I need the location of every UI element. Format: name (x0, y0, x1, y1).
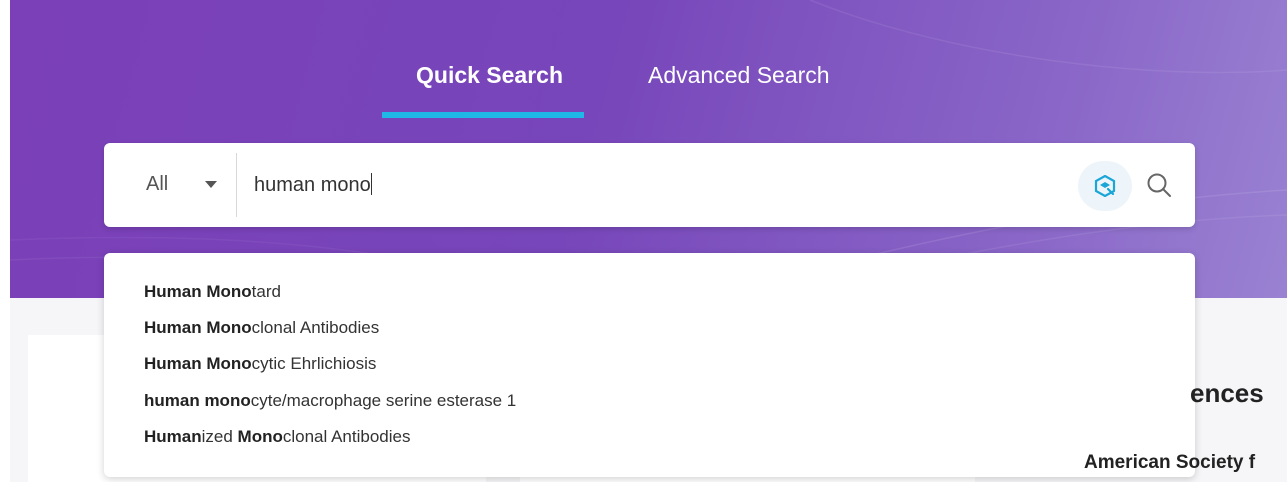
suggestion-item[interactable]: Human Monocytic Ehrlichiosis (144, 354, 376, 374)
section-heading-fragment: ences (1190, 378, 1264, 408)
chevron-down-icon[interactable] (204, 180, 218, 189)
suggestion-rest: tard (251, 282, 281, 301)
page: Quick Search Advanced Search All human m… (10, 0, 1287, 482)
suggestion-rest: ized (201, 427, 238, 446)
suggestion-item[interactable]: Human Monoclonal Antibodies (144, 318, 379, 338)
ai-assist-icon (1094, 175, 1116, 197)
suggestion-match: Human (144, 427, 202, 446)
suggestion-rest: clonal Antibodies (251, 318, 380, 337)
suggestion-match: Mono (237, 427, 283, 446)
search-input-value: human mono (254, 174, 371, 196)
suggestion-match: Human Mono (144, 354, 252, 373)
suggestion-dropdown: Human Monotard Human Monoclonal Antibodi… (104, 253, 1195, 477)
suggestion-item[interactable]: human monocyte/macrophage serine esteras… (144, 391, 516, 411)
search-icon[interactable] (1146, 172, 1172, 198)
search-scope-select[interactable]: All (146, 173, 168, 196)
suggestion-match: Human Mono (144, 282, 252, 301)
tab-advanced-search[interactable]: Advanced Search (648, 62, 830, 120)
suggestion-match: human mono (144, 391, 251, 410)
suggestion-rest: cyte/macrophage serine esterase 1 (250, 391, 517, 410)
organization-name-fragment: American Society f (1084, 452, 1256, 473)
search-input[interactable]: human mono (254, 173, 372, 197)
suggestion-rest: clonal Antibodies (282, 427, 411, 446)
suggestion-item[interactable]: Humanized Monoclonal Antibodies (144, 427, 410, 447)
search-divider (236, 153, 237, 217)
suggestion-match: Human Mono (144, 318, 252, 337)
text-cursor (370, 173, 372, 195)
suggestion-item[interactable]: Human Monotard (144, 282, 281, 302)
search-bar: All human mono (104, 143, 1195, 227)
suggestion-rest: cytic Ehrlichiosis (251, 354, 377, 373)
active-tab-indicator (382, 112, 584, 118)
ai-assist-button[interactable] (1078, 161, 1132, 211)
